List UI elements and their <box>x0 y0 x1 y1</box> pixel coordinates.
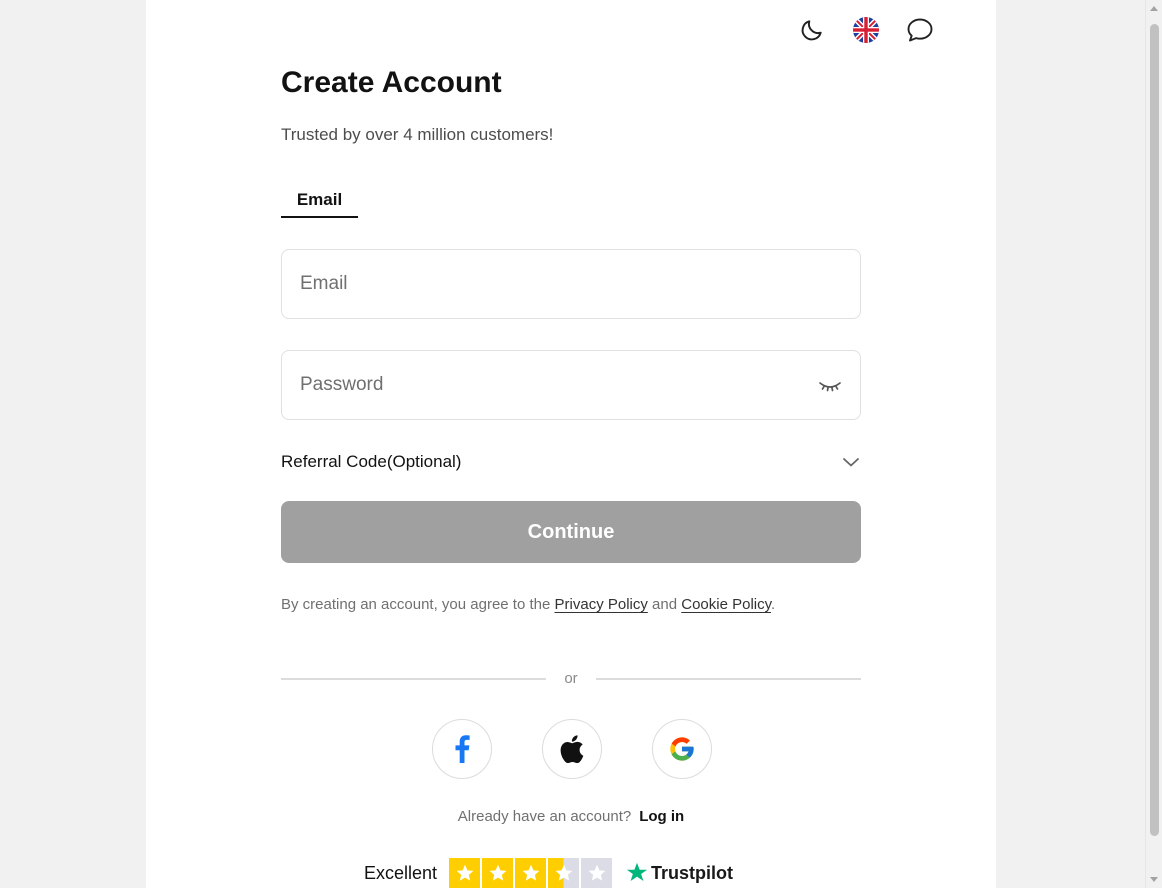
password-field[interactable] <box>282 351 860 419</box>
privacy-policy-link[interactable]: Privacy Policy <box>555 596 648 613</box>
dark-mode-toggle[interactable] <box>796 14 828 46</box>
google-icon <box>670 737 694 761</box>
facebook-login-button[interactable] <box>432 719 492 779</box>
trustpilot-rating-label: Excellent <box>364 862 438 883</box>
page-container: Create Account Trusted by over 4 million… <box>146 0 996 888</box>
subtitle: Trusted by over 4 million customers! <box>281 125 554 144</box>
email-field[interactable] <box>282 250 860 318</box>
scroll-down-arrow[interactable] <box>1150 877 1158 882</box>
terms-prefix: By creating an account, you agree to the <box>281 596 555 613</box>
or-divider: or <box>281 669 861 689</box>
chevron-down-icon <box>843 458 859 467</box>
facebook-icon <box>455 735 470 763</box>
divider-line-right <box>596 678 861 680</box>
star-icon <box>588 864 605 881</box>
star-1 <box>449 857 481 888</box>
uk-flag-icon <box>853 17 879 43</box>
trustpilot-stars <box>449 857 613 888</box>
terms-text: By creating an account, you agree to the… <box>281 596 775 613</box>
trustpilot-brand-text: Trustpilot <box>651 862 734 883</box>
password-field-container <box>281 350 861 420</box>
star-3 <box>515 857 547 888</box>
cookie-policy-link[interactable]: Cookie Policy <box>681 596 771 613</box>
terms-suffix: . <box>771 596 776 613</box>
support-chat-button[interactable] <box>904 14 936 46</box>
page-title: Create Account <box>281 66 502 99</box>
scroll-up-arrow[interactable] <box>1150 6 1158 11</box>
login-prompt: Already have an account? Log in <box>281 808 861 825</box>
star-2 <box>482 857 514 888</box>
star-4 <box>548 857 580 888</box>
vertical-scrollbar[interactable] <box>1145 0 1162 888</box>
email-field-container <box>281 249 861 319</box>
trustpilot-logo: Trustpilot <box>626 862 733 884</box>
continue-button[interactable]: Continue <box>281 501 861 563</box>
trustpilot-widget[interactable]: Excellent Trustpilot <box>364 857 733 888</box>
eye-closed-icon[interactable] <box>818 375 842 397</box>
google-login-button[interactable] <box>652 719 712 779</box>
social-login-row <box>432 719 712 779</box>
star-icon <box>555 864 572 881</box>
apple-icon <box>560 735 584 763</box>
chat-bubble-icon <box>907 18 933 42</box>
moon-icon <box>801 20 822 41</box>
tab-email[interactable]: Email <box>281 190 358 218</box>
apple-login-button[interactable] <box>542 719 602 779</box>
trustpilot-star-icon <box>626 862 648 881</box>
star-icon <box>489 864 506 881</box>
referral-code-label: Referral Code(Optional) <box>281 452 462 471</box>
login-prompt-text: Already have an account? <box>457 808 632 825</box>
referral-code-toggle[interactable]: Referral Code(Optional) <box>281 446 861 478</box>
language-selector[interactable] <box>850 14 882 46</box>
top-toolbar <box>796 14 936 46</box>
terms-and: and <box>647 596 682 613</box>
login-link[interactable]: Log in <box>639 808 684 825</box>
star-icon <box>456 864 473 881</box>
star-icon <box>522 864 539 881</box>
scroll-thumb[interactable] <box>1150 24 1159 836</box>
star-5 <box>581 857 613 888</box>
